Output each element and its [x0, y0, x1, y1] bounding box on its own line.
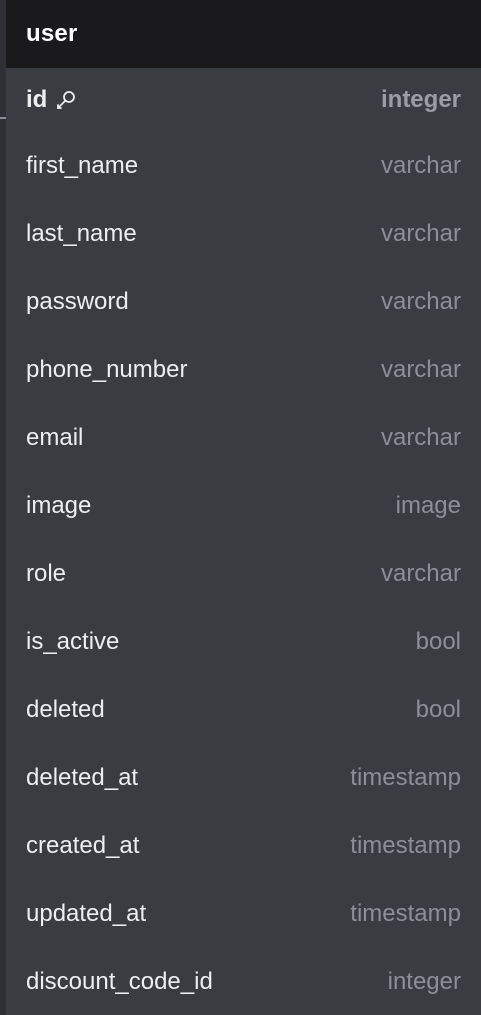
column-type: timestamp	[350, 764, 461, 791]
diagram-canvas: user id integer first_name varchar last_…	[0, 0, 481, 1015]
column-name: password	[26, 288, 129, 315]
column-type: varchar	[380, 424, 461, 451]
table-name: user	[26, 20, 78, 47]
column-row-role[interactable]: role varchar	[6, 540, 481, 608]
column-type: timestamp	[350, 900, 461, 927]
column-row-id[interactable]: id integer	[6, 68, 481, 132]
column-type: image	[395, 492, 461, 519]
column-name: role	[26, 560, 67, 587]
column-name: last_name	[26, 220, 137, 247]
column-row-last-name[interactable]: last_name varchar	[6, 200, 481, 268]
column-name: phone_number	[26, 356, 188, 383]
column-row-phone-number[interactable]: phone_number varchar	[6, 336, 481, 404]
column-type: varchar	[380, 356, 461, 383]
column-name: is_active	[26, 628, 120, 655]
column-row-deleted[interactable]: deleted bool	[6, 676, 481, 744]
column-row-updated-at[interactable]: updated_at timestamp	[6, 880, 481, 948]
column-name: first_name	[26, 152, 139, 179]
column-name: discount_code_id	[26, 968, 213, 995]
column-name: deleted	[26, 696, 105, 723]
column-row-password[interactable]: password varchar	[6, 268, 481, 336]
column-type: varchar	[380, 288, 461, 315]
table-user[interactable]: user id integer first_name varchar last_…	[6, 0, 481, 1015]
column-type: timestamp	[350, 832, 461, 859]
column-row-created-at[interactable]: created_at timestamp	[6, 812, 481, 880]
column-type: bool	[415, 696, 461, 723]
column-row-email[interactable]: email varchar	[6, 404, 481, 472]
column-name: deleted_at	[26, 764, 139, 791]
column-row-first-name[interactable]: first_name varchar	[6, 132, 481, 200]
key-icon	[55, 89, 77, 111]
column-name: updated_at	[26, 900, 147, 927]
column-type: varchar	[380, 560, 461, 587]
column-type: varchar	[380, 220, 461, 247]
column-row-is-active[interactable]: is_active bool	[6, 608, 481, 676]
table-header[interactable]: user	[6, 0, 481, 68]
column-row-image[interactable]: image image	[6, 472, 481, 540]
column-type: integer	[380, 86, 461, 113]
column-type: varchar	[380, 152, 461, 179]
column-name: id	[26, 86, 77, 114]
column-row-discount-code-id[interactable]: discount_code_id integer	[6, 948, 481, 1015]
column-type: bool	[415, 628, 461, 655]
column-name: created_at	[26, 832, 140, 859]
column-name: email	[26, 424, 84, 451]
column-list: id integer first_name varchar last_name …	[6, 68, 481, 1015]
column-type: integer	[387, 968, 461, 995]
column-row-deleted-at[interactable]: deleted_at timestamp	[6, 744, 481, 812]
column-name-text: id	[26, 86, 48, 113]
column-name: image	[26, 492, 92, 519]
